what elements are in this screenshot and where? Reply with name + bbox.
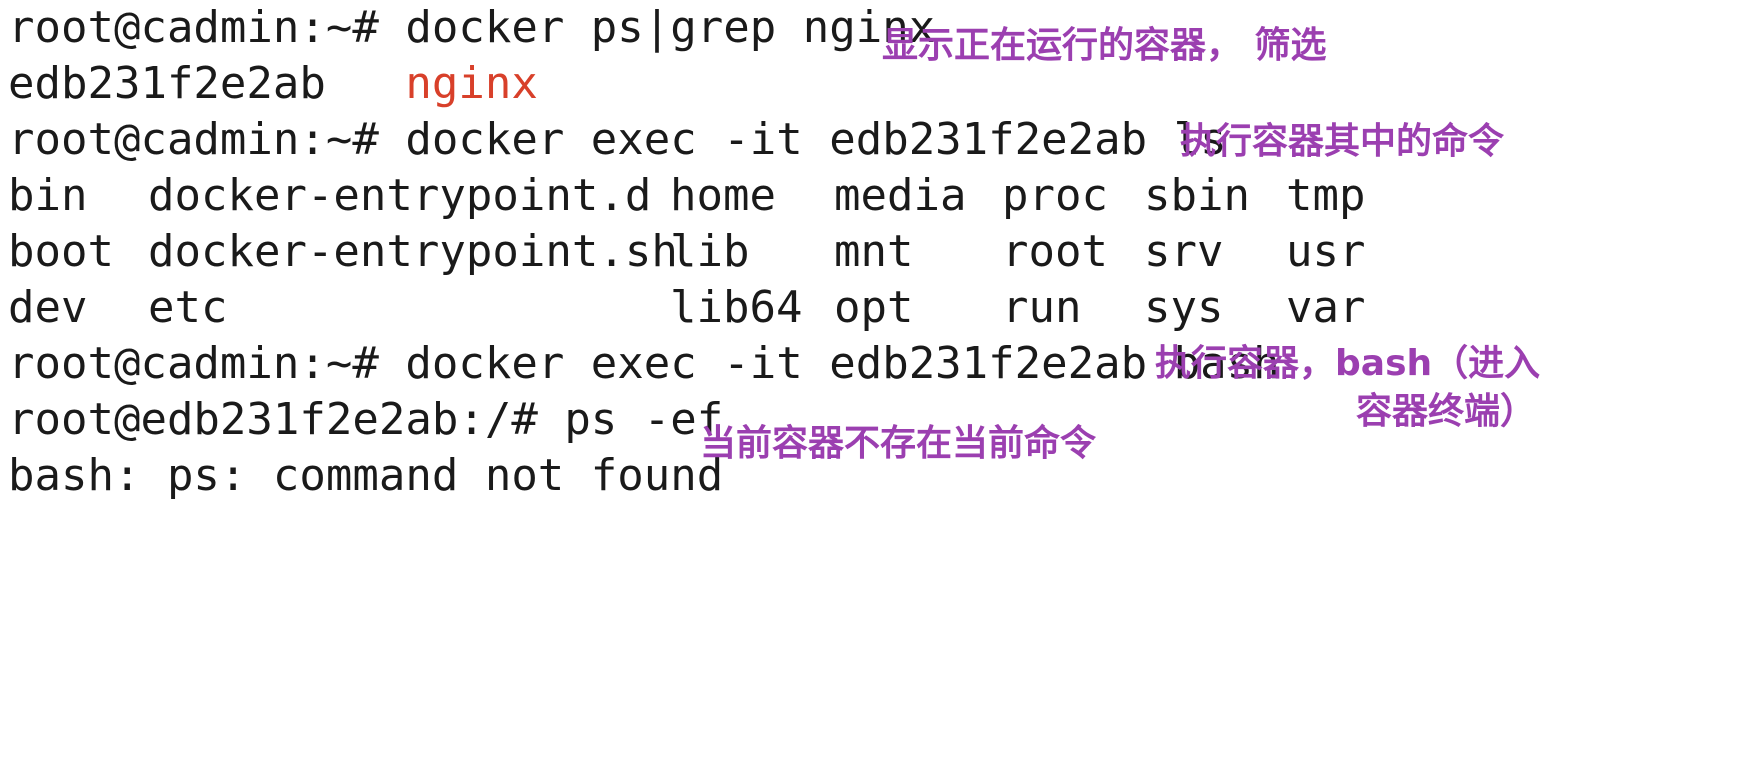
ls-output-row: bin docker-entrypoint.d home media proc … <box>8 168 1508 224</box>
terminal-line-error: bash: ps: command not found <box>8 450 724 501</box>
annotation-exec-bash-line2: 容器终端） <box>1355 391 1536 432</box>
ls-entry: etc <box>148 282 228 333</box>
shell-prompt: root@cadmin:~# <box>8 2 379 53</box>
terminal-line-grep-output: edb231f2e2ab nginx <box>8 56 538 112</box>
ls-entry: var <box>1286 282 1366 333</box>
annotation-not-found: 当前容器不存在当前命令 <box>700 423 1097 464</box>
annotation-exec-ls: 执行容器其中的命令 <box>1180 121 1505 162</box>
ls-entry: lib64 <box>670 282 803 333</box>
ls-entry: media <box>834 170 967 221</box>
ls-entry: dev <box>8 282 88 333</box>
terminal-line-docker-exec-ls: root@cadmin:~# docker exec -it edb231f2e… <box>8 112 1227 168</box>
command-text: docker ps|grep nginx <box>405 2 936 53</box>
ls-entry: proc <box>1002 170 1108 221</box>
annotation-exec-bash-line1: 执行容器，bash（进入 <box>1155 343 1541 384</box>
ls-entry: opt <box>834 282 914 333</box>
ls-entry: tmp <box>1286 170 1366 221</box>
ls-output-row: boot docker-entrypoint.sh lib mnt root s… <box>8 224 1508 280</box>
ls-entry: srv <box>1144 226 1224 277</box>
grep-match-highlight: nginx <box>405 58 538 109</box>
ls-entry: run <box>1002 282 1082 333</box>
ls-entry: mnt <box>834 226 914 277</box>
command-text: docker exec -it edb231f2e2ab ls <box>405 114 1227 165</box>
ls-entry: bin <box>8 170 88 221</box>
container-id: edb231f2e2ab <box>8 58 326 109</box>
ls-entry: sys <box>1144 282 1224 333</box>
ls-entry: root <box>1002 226 1108 277</box>
shell-prompt: root@edb231f2e2ab:/# <box>8 394 538 445</box>
terminal-line-ps-ef: root@edb231f2e2ab:/# ps -ef <box>8 392 723 448</box>
ls-entry: docker-entrypoint.sh <box>148 226 678 277</box>
terminal-line-docker-ps: root@cadmin:~# docker ps|grep nginx <box>8 0 935 56</box>
ls-entry: docker-entrypoint.d <box>148 170 652 221</box>
annotation-ps-grep: 显示正在运行的容器， 筛选 <box>882 25 1327 66</box>
ls-entry: lib <box>670 226 750 277</box>
shell-prompt: root@cadmin:~# <box>8 338 379 389</box>
ls-output-row: dev etc lib64 opt run sys var <box>8 280 1508 336</box>
terminal-window[interactable]: root@cadmin:~# docker ps|grep nginx edb2… <box>0 0 1746 559</box>
ls-entry: boot <box>8 226 114 277</box>
ls-entry: usr <box>1286 226 1366 277</box>
terminal-line-docker-exec-bash: root@cadmin:~# docker exec -it edb231f2e… <box>8 336 1280 392</box>
ls-entry: sbin <box>1144 170 1250 221</box>
shell-prompt: root@cadmin:~# <box>8 114 379 165</box>
command-text: docker exec -it edb231f2e2ab bash <box>405 338 1280 389</box>
ls-entry: home <box>670 170 776 221</box>
